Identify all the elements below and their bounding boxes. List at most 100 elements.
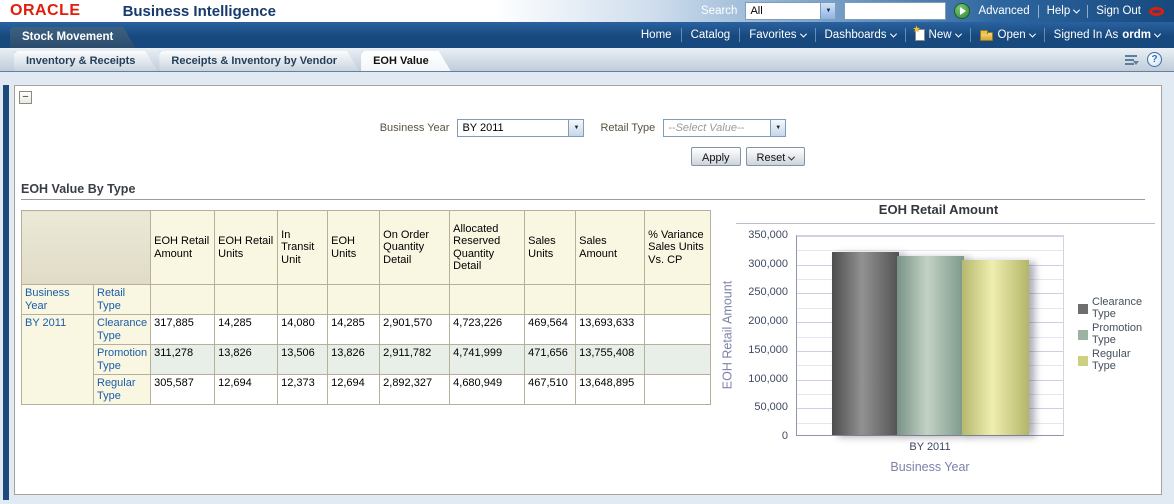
- chevron-down-icon: [788, 153, 795, 160]
- legend-entry: Clearance Type: [1078, 297, 1154, 320]
- chart-legend: Clearance Type Promotion Type Regular Type: [1078, 297, 1154, 372]
- y-tick-label: 100,000: [716, 373, 788, 385]
- header-bar: ORACLE Business Intelligence Search All …: [0, 0, 1174, 22]
- oracle-o-icon: [1149, 7, 1164, 16]
- section-title: EOH Value By Type: [21, 182, 135, 196]
- nav-favorites[interactable]: Favorites: [749, 29, 805, 41]
- bar-regular-type[interactable]: [962, 260, 1029, 435]
- nav-catalog[interactable]: Catalog: [691, 29, 731, 41]
- search-label: Search: [701, 5, 737, 17]
- legend-swatch: [1078, 330, 1088, 340]
- value-cell: [645, 315, 711, 345]
- global-nav-links: Home Catalog Favorites Dashboards New Op…: [641, 28, 1174, 42]
- search-scope-value[interactable]: All: [746, 3, 820, 19]
- header-search-area: Search All Advanced Help Sign Out: [701, 2, 1174, 20]
- tab-eoh-value[interactable]: EOH Value: [361, 51, 451, 71]
- chevron-down-icon: [799, 30, 806, 37]
- x-axis-title: Business Year: [776, 460, 1084, 474]
- legend-label: Regular Type: [1092, 349, 1154, 372]
- oracle-logo: ORACLE: [10, 2, 81, 20]
- gridline: [797, 250, 1063, 251]
- separator: [1044, 28, 1045, 42]
- collapse-section-button[interactable]: −: [19, 91, 32, 104]
- empty-header-cell: [450, 285, 525, 315]
- dashboard-panel: − Business Year BY 2011 Retail Type --Se…: [14, 85, 1162, 495]
- value-cell: 14,285: [328, 315, 380, 345]
- table-row: Regular Type305,58712,69412,37312,6942,8…: [22, 375, 711, 405]
- chevron-down-icon[interactable]: [820, 3, 835, 19]
- page-options-icon[interactable]: [1125, 54, 1138, 65]
- apply-button[interactable]: Apply: [691, 147, 741, 166]
- stub-header-row: Business YearRetail Type: [22, 285, 711, 315]
- header-row: EOH Retail AmountEOH Retail UnitsIn Tran…: [22, 211, 711, 285]
- business-year-label: Business Year: [380, 122, 450, 134]
- tab-inventory-and-receipts[interactable]: Inventory & Receipts: [14, 51, 157, 71]
- stub-header[interactable]: Retail Type: [94, 285, 151, 315]
- separator: [1087, 5, 1088, 18]
- business-year-select[interactable]: BY 2011: [457, 119, 584, 137]
- retail-type-cell[interactable]: Promotion Type: [94, 345, 151, 375]
- business-year-cell[interactable]: BY 2011: [22, 315, 94, 405]
- chevron-down-icon: [1029, 30, 1036, 37]
- retail-type-cell[interactable]: Regular Type: [94, 375, 151, 405]
- stub-header[interactable]: Business Year: [22, 285, 94, 315]
- retail-type-select[interactable]: --Select Value--: [663, 119, 786, 137]
- search-scope-select[interactable]: All: [745, 2, 836, 20]
- eoh-retail-amount-chart: EOH Retail Amount EOH Retail Amount 050,…: [716, 195, 1161, 490]
- column-header: EOH Retail Units: [215, 211, 278, 285]
- column-header: EOH Units: [328, 211, 380, 285]
- chevron-down-icon: [1073, 7, 1080, 14]
- y-tick-label: 300,000: [716, 258, 788, 270]
- sign-out-link[interactable]: Sign Out: [1096, 5, 1141, 17]
- chevron-down-icon: [889, 30, 896, 37]
- chevron-down-icon[interactable]: [568, 120, 583, 136]
- empty-header-cell: [328, 285, 380, 315]
- nav-new[interactable]: New: [915, 29, 961, 41]
- table-row: BY 2011Clearance Type317,88514,28514,080…: [22, 315, 711, 345]
- value-cell: 14,285: [215, 315, 278, 345]
- empty-header-cell: [151, 285, 215, 315]
- help-icon[interactable]: [1147, 52, 1162, 67]
- nav-open[interactable]: Open: [980, 29, 1035, 41]
- bar-clearance-type[interactable]: [832, 252, 899, 435]
- username: ordm: [1122, 29, 1151, 41]
- nav-dashboards[interactable]: Dashboards: [825, 29, 896, 41]
- value-cell: [645, 345, 711, 375]
- left-splitter-bar[interactable]: [3, 85, 9, 500]
- value-cell: 13,506: [278, 345, 328, 375]
- separator: [905, 28, 906, 42]
- business-year-value[interactable]: BY 2011: [458, 120, 568, 136]
- advanced-link[interactable]: Advanced: [978, 5, 1029, 17]
- tab-receipts-inventory-by-vendor[interactable]: Receipts & Inventory by Vendor: [159, 51, 359, 71]
- retail-type-cell[interactable]: Clearance Type: [94, 315, 151, 345]
- signed-in-as-menu[interactable]: Signed In Asordm: [1054, 29, 1160, 41]
- separator: [815, 28, 816, 42]
- column-header: % Variance Sales Units Vs. CP: [645, 211, 711, 285]
- search-input[interactable]: [844, 2, 946, 20]
- value-cell: 311,278: [151, 345, 215, 375]
- reset-button[interactable]: Reset: [746, 147, 806, 166]
- value-cell: 4,680,949: [450, 375, 525, 405]
- page-toolbar: [1125, 52, 1162, 67]
- chevron-down-icon[interactable]: [770, 120, 785, 136]
- column-header: Sales Units: [525, 211, 576, 285]
- gridline: [797, 236, 1063, 237]
- prompt-actions: Apply Reset: [691, 147, 805, 166]
- search-go-icon[interactable]: [954, 3, 970, 19]
- nav-home[interactable]: Home: [641, 29, 672, 41]
- app-window: ORACLE Business Intelligence Search All …: [0, 0, 1174, 504]
- new-page-icon: [915, 29, 925, 41]
- value-cell: 13,693,633: [576, 315, 645, 345]
- empty-header-cell: [645, 285, 711, 315]
- dashboard-content: − Business Year BY 2011 Retail Type --Se…: [0, 72, 1174, 504]
- dashboard-tab-stock-movement[interactable]: Stock Movement: [10, 27, 135, 48]
- legend-entry: Promotion Type: [1078, 323, 1154, 346]
- y-tick-label: 350,000: [716, 229, 788, 241]
- bar-promotion-type[interactable]: [897, 256, 964, 435]
- y-tick-label: 150,000: [716, 344, 788, 356]
- dashboard-page-tabs: Inventory & Receipts Receipts & Inventor…: [0, 48, 1174, 72]
- y-tick-label: 250,000: [716, 286, 788, 298]
- value-cell: 305,587: [151, 375, 215, 405]
- retail-type-value[interactable]: --Select Value--: [664, 120, 770, 136]
- help-menu[interactable]: Help: [1047, 5, 1080, 17]
